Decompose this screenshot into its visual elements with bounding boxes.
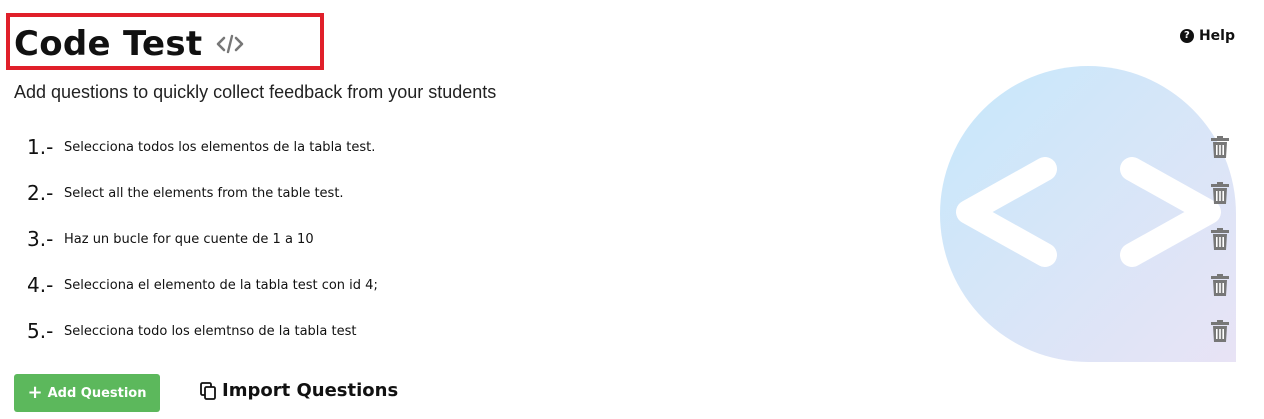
import-questions-button[interactable]: Import Questions xyxy=(200,380,398,401)
question-row: 2.- Select all the elements from the tab… xyxy=(0,170,1264,216)
page-subtitle: Add questions to quickly collect feedbac… xyxy=(14,82,497,102)
question-row: 1.- Selecciona todos los elementos de la… xyxy=(0,124,1264,170)
question-number: 4.- xyxy=(27,273,54,297)
question-text[interactable]: Select all the elements from the table t… xyxy=(64,186,344,201)
question-text[interactable]: Selecciona el elemento de la tabla test … xyxy=(64,278,378,293)
question-circle-icon: ? xyxy=(1179,29,1194,43)
copy-icon xyxy=(200,381,216,400)
question-row: 4.- Selecciona el elemento de la tabla t… xyxy=(0,262,1264,308)
question-list: 1.- Selecciona todos los elementos de la… xyxy=(0,124,1264,354)
question-row: 5.- Selecciona todo los elemtnso de la t… xyxy=(0,308,1264,354)
page: Code Test ? Help Add questions to quickl… xyxy=(0,0,1264,419)
question-row: 3.- Haz un bucle for que cuente de 1 a 1… xyxy=(0,216,1264,262)
question-text[interactable]: Haz un bucle for que cuente de 1 a 10 xyxy=(64,232,314,247)
page-title-text: Code Test xyxy=(14,24,203,64)
trash-icon[interactable] xyxy=(1211,182,1229,204)
page-title: Code Test xyxy=(14,24,244,64)
help-label: Help xyxy=(1198,28,1235,44)
question-text[interactable]: Selecciona todo los elemtnso de la tabla… xyxy=(64,324,356,339)
question-number: 5.- xyxy=(27,319,54,343)
trash-icon[interactable] xyxy=(1211,320,1229,342)
question-number: 1.- xyxy=(27,135,54,159)
import-questions-label: Import Questions xyxy=(222,380,399,401)
code-icon xyxy=(216,33,244,55)
add-question-label: Add Question xyxy=(47,385,147,401)
trash-icon[interactable] xyxy=(1211,228,1229,250)
question-number: 2.- xyxy=(27,181,54,205)
question-text[interactable]: Selecciona todos los elementos de la tab… xyxy=(64,140,375,155)
trash-icon[interactable] xyxy=(1211,136,1229,158)
plus-icon: + xyxy=(27,382,43,403)
add-question-button[interactable]: + Add Question xyxy=(14,374,160,412)
help-link[interactable]: ? Help xyxy=(1179,28,1235,44)
trash-icon[interactable] xyxy=(1211,274,1229,296)
question-number: 3.- xyxy=(27,227,54,251)
